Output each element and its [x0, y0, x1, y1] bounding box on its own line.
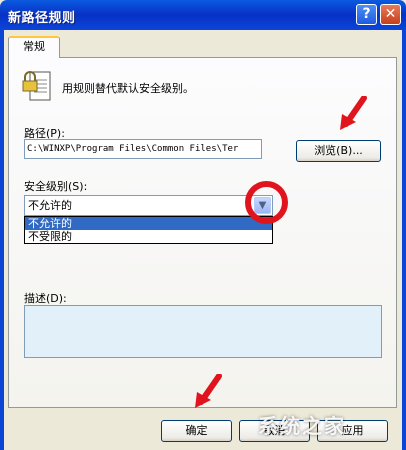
- option-disallowed[interactable]: 不允许的: [25, 217, 272, 230]
- tab-general[interactable]: 常规: [8, 36, 60, 58]
- red-highlight-circle: [245, 181, 288, 224]
- window-title: 新路径规则: [8, 11, 76, 26]
- description-field[interactable]: [24, 305, 382, 358]
- rule-description: 用规则替代默认安全级别。: [62, 82, 194, 95]
- window-frame-right: [402, 30, 406, 450]
- cancel-button[interactable]: 取消: [239, 420, 310, 442]
- security-level-value: 不允许的: [28, 199, 72, 212]
- lock-document-icon: [22, 71, 51, 101]
- apply-button[interactable]: 应用: [317, 420, 388, 442]
- red-arrow-icon: [340, 96, 367, 130]
- security-level-dropdown[interactable]: 不允许的 不受限的: [24, 216, 273, 244]
- window-frame-left: [0, 30, 4, 450]
- title-bar[interactable]: 新路径规则 ? ✕: [0, 0, 406, 30]
- red-arrow-icon: [195, 374, 222, 408]
- option-unrestricted[interactable]: 不受限的: [25, 230, 272, 243]
- help-button[interactable]: ?: [356, 4, 377, 25]
- security-level-select[interactable]: 不允许的 ▼: [24, 195, 273, 216]
- description-label: 描述(D):: [24, 292, 67, 305]
- path-input[interactable]: C:\WINXP\Program Files\Common Files\Ter: [24, 139, 262, 159]
- close-button[interactable]: ✕: [380, 4, 401, 25]
- browse-button[interactable]: 浏览(B)...: [296, 140, 381, 162]
- security-level-label: 安全级别(S):: [24, 180, 88, 193]
- ok-button[interactable]: 确定: [161, 420, 232, 442]
